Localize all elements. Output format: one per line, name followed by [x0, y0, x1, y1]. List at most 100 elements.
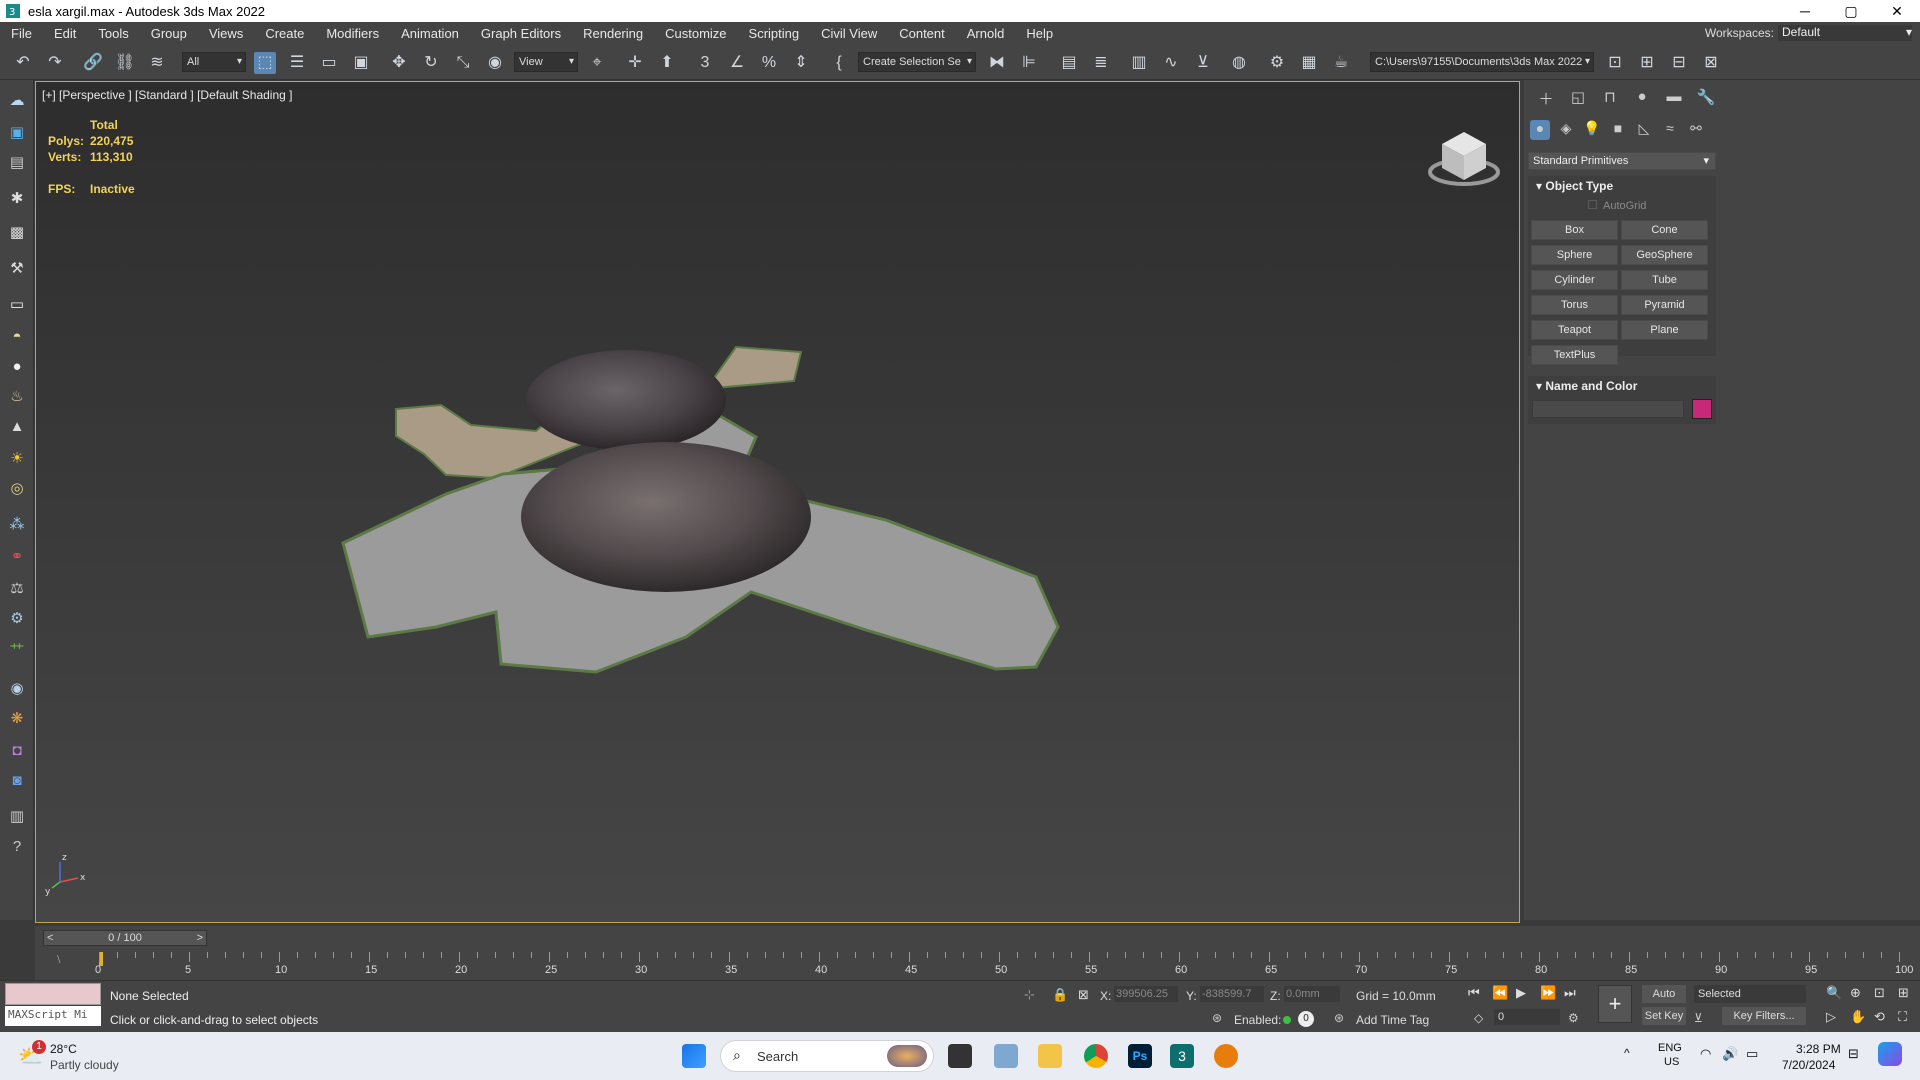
menu-group[interactable]: Group [140, 26, 198, 41]
workspaces-dropdown[interactable]: Default ▾ [1778, 25, 1912, 41]
keyboard-shortcut-icon[interactable]: ⬆ [656, 52, 678, 74]
prev-frame-icon[interactable]: < [47, 931, 53, 945]
menu-animation[interactable]: Animation [390, 26, 470, 41]
menu-views[interactable]: Views [198, 26, 254, 41]
teapot-button[interactable]: Teapot [1531, 320, 1618, 340]
settings-icon[interactable]: ⚙ [6, 608, 28, 630]
pan-hand-icon[interactable]: ✋ [1850, 1009, 1866, 1025]
pivot-center-icon[interactable]: ⌖ [586, 52, 608, 74]
object-type-header[interactable]: ▾ Object Type [1528, 176, 1716, 196]
next-key-icon[interactable]: ⏩ [1540, 985, 1556, 1001]
tube-button[interactable]: Tube [1621, 270, 1708, 290]
textplus-button[interactable]: TextPlus [1531, 345, 1618, 365]
selection-filter-dropdown[interactable]: All [182, 52, 246, 72]
volume-icon[interactable]: 🔊 [1722, 1046, 1738, 1062]
set-key-button[interactable]: Set Key [1642, 1007, 1686, 1025]
render-setup-icon[interactable]: ⚙ [1266, 52, 1288, 74]
file-explorer-icon[interactable] [1038, 1044, 1062, 1068]
chrome-icon[interactable] [1084, 1044, 1108, 1068]
cone-object-icon[interactable]: ▲ [6, 416, 28, 438]
time-tag-icon[interactable]: 0 [1298, 1011, 1314, 1027]
maximize-viewport-icon[interactable]: ⛶ [1898, 1009, 1907, 1025]
documents-icon[interactable]: ▥ [6, 806, 28, 828]
battery-icon[interactable]: ▭ [1746, 1046, 1758, 1062]
scene-states-icon[interactable]: ▤ [6, 152, 28, 174]
cameras-category-icon[interactable]: ■ [1608, 120, 1628, 140]
previous-key-icon[interactable]: ⏪ [1492, 985, 1508, 1001]
align-icon[interactable]: ⊫ [1018, 52, 1040, 74]
tag-icon[interactable]: ⊛ [1334, 1011, 1344, 1025]
render-production-icon[interactable]: ☕ [1330, 52, 1352, 74]
add-time-tag[interactable]: Add Time Tag [1356, 1013, 1429, 1027]
rendered-image-icon[interactable]: ◙ [6, 770, 28, 792]
project-options-icon[interactable]: ⊠ [1700, 52, 1722, 74]
perspective-viewport[interactable]: [+] [Perspective ] [Standard ] [Default … [35, 81, 1520, 923]
window-crossing-icon[interactable]: ▣ [350, 52, 372, 74]
menu-file[interactable]: File [0, 26, 43, 41]
menu-edit[interactable]: Edit [43, 26, 87, 41]
link-icon[interactable]: 🔗 [82, 52, 104, 74]
teapot-object-icon[interactable]: ♨ [6, 386, 28, 408]
object-name-input[interactable] [1532, 400, 1684, 418]
move-icon[interactable]: ✥ [388, 52, 410, 74]
named-selection-dropdown[interactable]: Create Selection Se [858, 52, 976, 72]
autogrid-checkbox[interactable]: AutoGrid [1588, 200, 1646, 212]
curve-editor-icon[interactable]: ∿ [1160, 52, 1182, 74]
percent-snap-icon[interactable]: % [758, 52, 780, 74]
dome-icon[interactable]: ◓ [6, 326, 28, 348]
track-bar[interactable]: 0 5 10 15 20 25 30 35 40 45 50 55 60 65 70 75 80 85 90 95 10… [95, 952, 1913, 980]
set-project-icon[interactable]: ⊟ [1668, 52, 1690, 74]
snaps-toggle-icon[interactable]: 3 [694, 52, 716, 74]
menu-rendering[interactable]: Rendering [572, 26, 654, 41]
zoom-icon[interactable]: 🔍 [1826, 985, 1842, 1001]
geometry-category-icon[interactable]: ● [1530, 120, 1550, 140]
windows-start-icon[interactable] [682, 1044, 706, 1068]
scale-icon[interactable]: ⤡ [452, 52, 474, 74]
wifi-icon[interactable]: ◠ [1700, 1046, 1711, 1062]
scene-render[interactable]: x y z [36, 82, 1520, 923]
language-primary[interactable]: ENG [1658, 1042, 1682, 1054]
menu-tools[interactable]: Tools [87, 26, 139, 41]
minimize-button[interactable]: ─ [1782, 3, 1828, 20]
name-and-color-header[interactable]: ▾ Name and Color [1528, 376, 1716, 396]
camera-icon[interactable]: ▩ [6, 222, 28, 244]
clock-time[interactable]: 3:28 PM [1796, 1042, 1841, 1056]
scene-explorer-icon[interactable]: ▤ [1058, 52, 1080, 74]
project-path-dropdown[interactable]: C:\Users\97155\Documents\3ds Max 2022 [1370, 52, 1594, 72]
sphere-button[interactable]: Sphere [1531, 245, 1618, 265]
ribbon-toggle-icon[interactable]: ▥ [1128, 52, 1150, 74]
menu-scripting[interactable]: Scripting [738, 26, 811, 41]
field-of-view-icon[interactable]: ▷ [1826, 1009, 1836, 1025]
plane-button[interactable]: Plane [1621, 320, 1708, 340]
edit-named-selection-icon[interactable]: { [828, 52, 850, 74]
plane-object-icon[interactable]: ▭ [6, 294, 28, 316]
cone-button[interactable]: Cone [1621, 220, 1708, 240]
physics-icon[interactable]: ⚭ [6, 546, 28, 568]
asset-tracking-icon[interactable]: ⊞ [1636, 52, 1658, 74]
3dsmax-taskbar-icon[interactable]: 3 [1170, 1044, 1194, 1068]
schematic-view-icon[interactable]: ⊻ [1192, 52, 1214, 74]
current-frame-field[interactable]: 0 [1494, 1009, 1560, 1025]
go-to-end-icon[interactable]: ⏭ [1564, 985, 1576, 1001]
menu-graph-editors[interactable]: Graph Editors [470, 26, 572, 41]
photoshop-icon[interactable]: Ps [1128, 1044, 1152, 1068]
task-view-icon[interactable] [948, 1044, 972, 1068]
viewcube-icon[interactable] [1428, 132, 1500, 186]
clock-date[interactable]: 7/20/2024 [1782, 1058, 1835, 1072]
key-filters-button[interactable]: Key Filters... [1722, 1007, 1806, 1025]
place-icon[interactable]: ◉ [484, 52, 506, 74]
zoom-extents-icon[interactable]: ⊡ [1874, 985, 1885, 1001]
key-mode-dropdown[interactable]: Selected [1694, 985, 1806, 1003]
redo-icon[interactable]: ↷ [44, 52, 66, 74]
primitive-category-dropdown[interactable]: Standard Primitives ▾ [1528, 152, 1716, 170]
menu-arnold[interactable]: Arnold [956, 26, 1016, 41]
isolate-selection-icon[interactable]: ⊹ [1024, 987, 1035, 1003]
weather-widget[interactable]: ⛅ 1 28°C Partly cloudy [14, 1040, 154, 1074]
time-slider[interactable]: < 0 / 100 > [43, 930, 207, 946]
select-manipulate-icon[interactable]: ✛ [624, 52, 646, 74]
cylinder-button[interactable]: Cylinder [1531, 270, 1618, 290]
x-coordinate-field[interactable]: 399506.25 [1114, 986, 1178, 1002]
z-coordinate-field[interactable]: 0.0mm [1284, 986, 1340, 1002]
show-hidden-icons-chevron-icon[interactable]: ^ [1624, 1046, 1630, 1060]
orbit-icon[interactable]: ⟲ [1874, 1009, 1885, 1025]
